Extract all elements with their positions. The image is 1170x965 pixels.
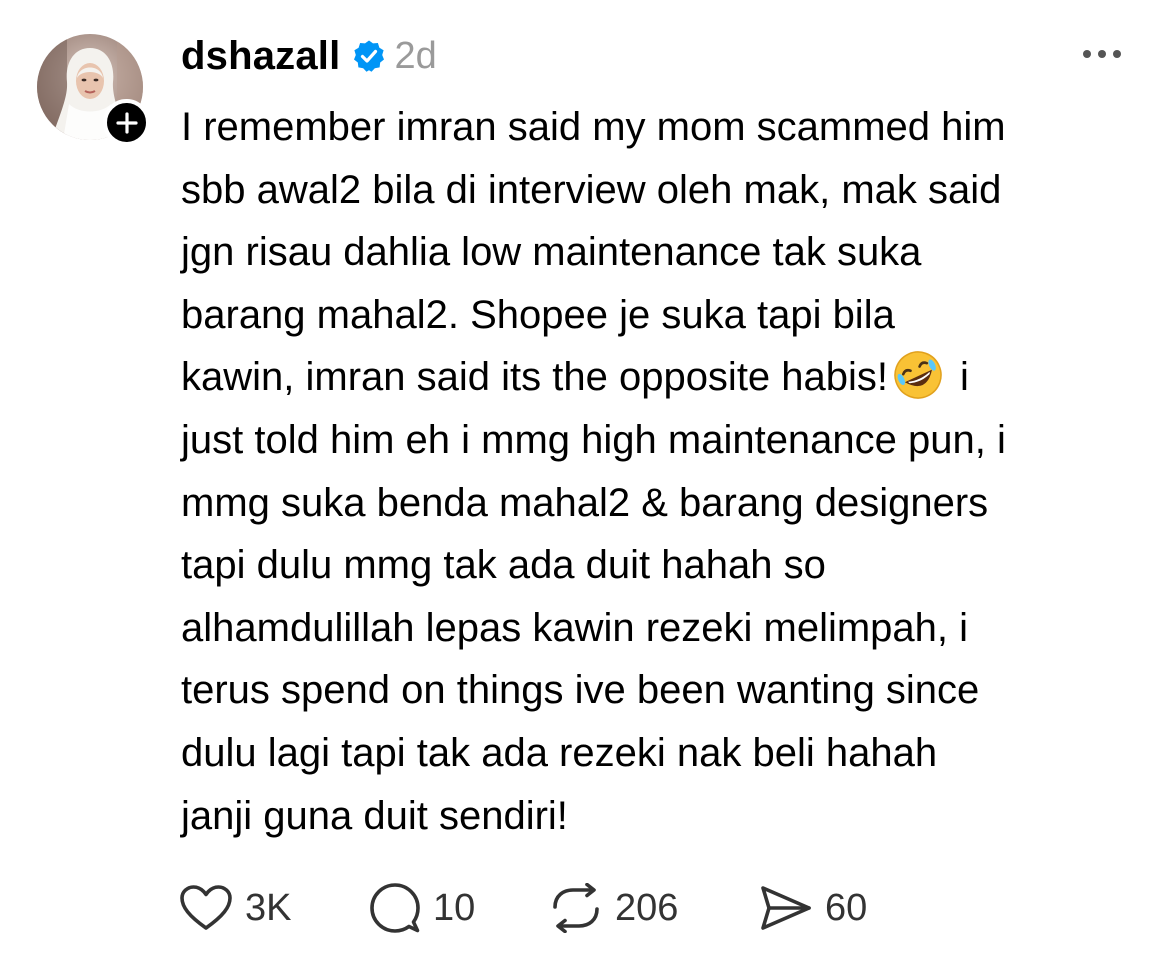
post-text-line: jgn risau dahlia low maintenance tak suk… — [181, 230, 922, 275]
like-button[interactable]: 3K — [179, 880, 291, 936]
post-text-fragment: i — [960, 355, 969, 400]
reply-button[interactable]: 10 — [369, 880, 475, 936]
heart-icon — [180, 885, 232, 930]
post-text-line: just told him eh i mmg high maintenance … — [181, 417, 1006, 462]
thread-post: dshazall 2d I remember imran said my mom… — [0, 0, 1170, 965]
avatar-container — [37, 34, 150, 146]
repost-count: 206 — [615, 886, 679, 929]
repost-button[interactable]: 206 — [549, 880, 678, 936]
post-body: I remember imran said my mom scammed him… — [181, 96, 1149, 847]
post-text-line: I remember imran said my mom scammed him — [181, 105, 1006, 149]
post-text-line: mmg suka benda mahal2 & barang designers — [181, 480, 989, 525]
comment-icon — [370, 883, 420, 933]
action-bar: 3K 10 206 60 — [179, 880, 1079, 936]
post-text-line: janji guna duit sendiri! — [181, 793, 568, 838]
like-count: 3K — [245, 886, 292, 929]
send-icon — [761, 886, 811, 930]
username[interactable]: dshazall — [181, 34, 340, 79]
post-text-line-with-emoji: kawin, imran said its the opposite habis… — [181, 346, 1149, 409]
more-horizontal-icon[interactable] — [1080, 42, 1124, 66]
post-text-line: dulu lagi tapi tak ada rezeki nak beli h… — [181, 730, 938, 775]
post-text-line: sbb awal2 bila di interview oleh mak, ma… — [181, 167, 1002, 212]
post-text-line: terus spend on things ive been wanting s… — [181, 668, 980, 713]
follow-button[interactable] — [103, 99, 150, 146]
post-timestamp: 2d — [394, 34, 437, 77]
share-button[interactable]: 60 — [759, 880, 867, 936]
post-text-line: alhamdulillah lepas kawin rezeki melimpa… — [181, 605, 969, 650]
post-text-line: barang mahal2. Shopee je suka tapi bila — [181, 292, 895, 337]
share-count: 60 — [825, 886, 868, 929]
reply-count: 10 — [433, 886, 476, 929]
post-text-fragment: kawin, imran said its the opposite habis… — [181, 355, 889, 400]
post-header: dshazall 2d — [181, 26, 437, 86]
verified-badge-icon — [354, 40, 385, 72]
post-text-line: tapi dulu mmg tak ada duit hahah so — [181, 543, 826, 588]
repost-icon — [553, 883, 599, 933]
plus-icon — [115, 111, 138, 134]
rolling-on-the-floor-laughing-emoji-icon — [894, 351, 942, 400]
